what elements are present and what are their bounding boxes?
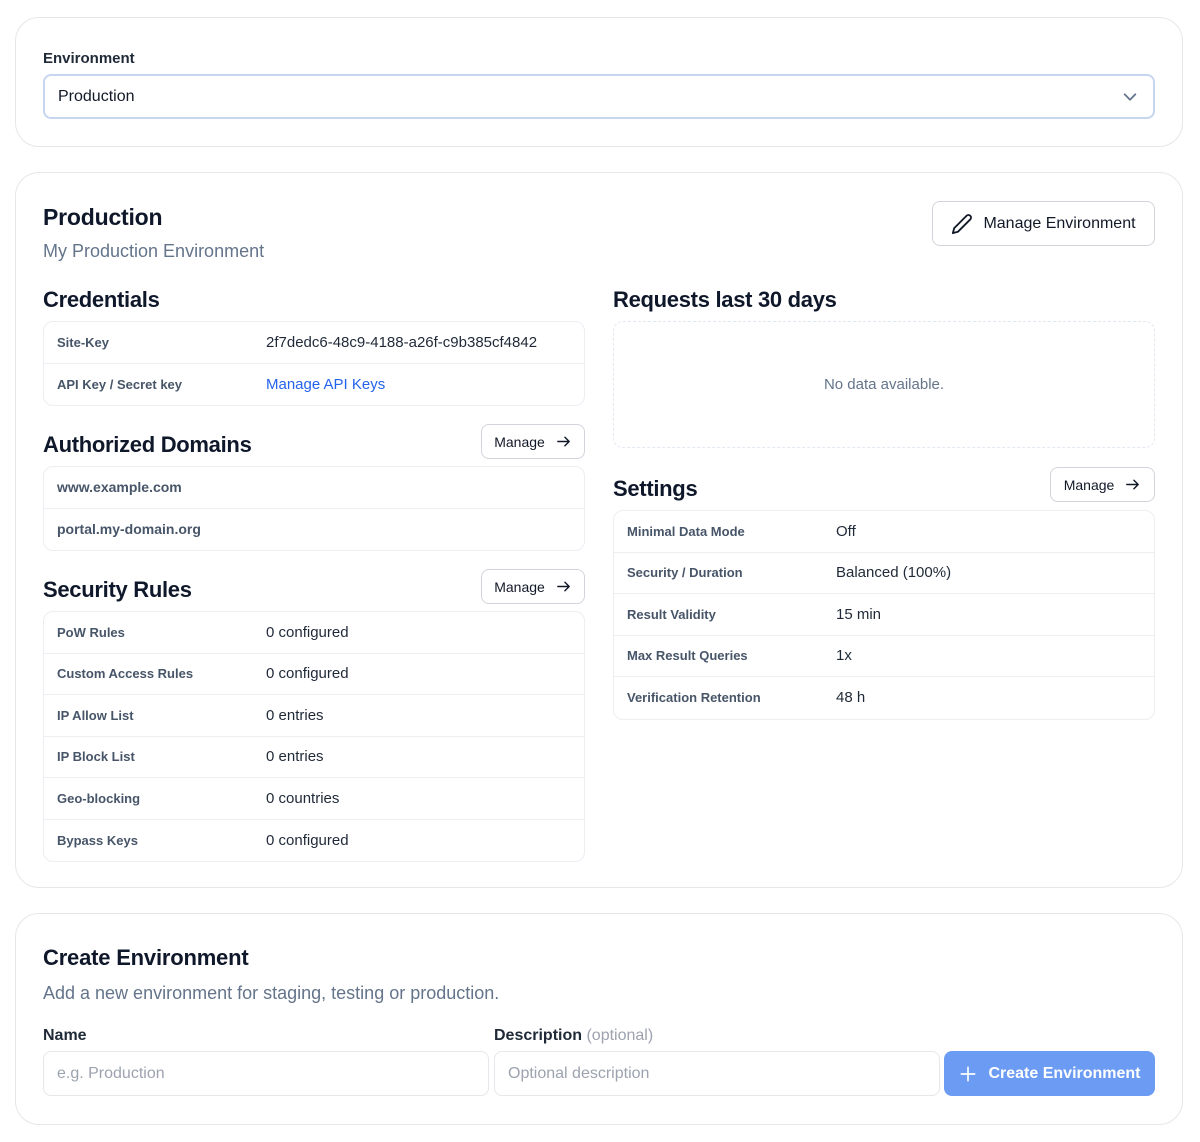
arrow-right-icon	[556, 581, 570, 592]
table-row: Security / Duration Balanced (100%)	[614, 553, 1154, 594]
table-row: Max Result Queries 1x	[614, 636, 1154, 677]
no-data-text: No data available.	[823, 376, 945, 393]
table-row: Custom Access Rules 0 configured	[44, 654, 584, 695]
table-row: IP Block List 0 entries	[44, 737, 584, 778]
create-environment-button-label: Create Environment	[988, 1064, 1141, 1082]
environment-subtitle: My Production Environment	[43, 241, 265, 261]
authorized-domains-list: www.example.com portal.my-domain.org	[43, 466, 585, 551]
row-key: IP Block List	[57, 749, 135, 765]
row-value: 15 min	[836, 605, 882, 623]
credentials-title: Credentials	[43, 287, 160, 312]
security-rules-title: Security Rules	[43, 577, 192, 602]
manage-api-keys-link[interactable]: Manage API Keys	[266, 376, 385, 393]
manage-environment-button[interactable]: Manage Environment	[932, 201, 1155, 246]
create-environment-subtitle: Add a new environment for staging, testi…	[43, 983, 500, 1003]
row-key: Geo-blocking	[57, 790, 141, 806]
row-key: Minimal Data Mode	[627, 523, 745, 539]
environment-label: Environment	[43, 50, 135, 67]
pencil-icon	[952, 213, 973, 234]
site-key-value: 2f7dedc6-48c9-4188-a26f-c9b385cf4842	[266, 333, 538, 351]
table-row: Site-Key 2f7dedc6-48c9-4188-a26f-c9b385c…	[44, 322, 584, 364]
manage-domains-button[interactable]: Manage	[481, 424, 585, 459]
row-key: Max Result Queries	[627, 648, 748, 664]
table-row: IP Allow List 0 entries	[44, 695, 584, 737]
manage-environment-label: Manage Environment	[983, 214, 1136, 232]
manage-security-rules-button[interactable]: Manage	[481, 569, 585, 604]
environment-selector-card: Environment Production	[15, 17, 1183, 147]
table-row: Geo-blocking 0 countries	[44, 778, 584, 820]
chevron-down-icon	[1123, 93, 1137, 101]
row-key: API Key / Secret key	[57, 376, 183, 392]
row-value: 0 configured	[266, 623, 349, 641]
manage-settings-label: Manage	[1063, 476, 1115, 493]
row-key: IP Allow List	[57, 707, 134, 723]
manage-settings-button[interactable]: Manage	[1050, 467, 1155, 502]
settings-table: Minimal Data Mode Off Security / Duration…	[613, 510, 1155, 720]
arrow-right-icon	[1126, 479, 1140, 490]
domain-item: www.example.com	[57, 479, 182, 496]
table-row: API Key / Secret key Manage API Keys	[44, 364, 584, 406]
row-value: 0 configured	[266, 665, 349, 683]
environment-detail-card: Production My Production Environment Man…	[15, 172, 1183, 888]
optional-hint: (optional)	[586, 1027, 654, 1044]
create-environment-card: Create Environment Add a new environment…	[15, 913, 1183, 1125]
environment-title: Production	[43, 204, 163, 230]
row-value: 0 configured	[266, 831, 349, 849]
manage-domains-label: Manage	[494, 433, 545, 450]
row-key: Site-Key	[57, 334, 110, 350]
row-key: PoW Rules	[57, 624, 125, 640]
table-row: Verification Retention 48 h	[614, 677, 1154, 719]
list-item: portal.my-domain.org	[44, 509, 584, 551]
row-value: 0 entries	[266, 748, 324, 766]
row-value: 0 entries	[266, 706, 324, 724]
security-rules-table: PoW Rules 0 configured Custom Access Rule…	[43, 611, 585, 862]
requests-chart-empty: No data available.	[613, 321, 1155, 448]
row-value: 48 h	[836, 689, 866, 707]
authorized-domains-title: Authorized Domains	[43, 432, 252, 457]
row-value: 0 countries	[266, 789, 340, 807]
description-input[interactable]	[494, 1051, 940, 1096]
row-value: Balanced (100%)	[836, 564, 952, 582]
create-environment-title: Create Environment	[43, 945, 249, 970]
environment-select-value: Production	[58, 87, 135, 105]
row-value: Off	[836, 522, 856, 540]
arrow-right-icon	[556, 436, 570, 447]
description-label-text: Description	[494, 1027, 583, 1044]
plus-icon	[960, 1066, 976, 1081]
description-label: Description (optional)	[494, 1027, 653, 1045]
create-environment-button[interactable]: Create Environment	[944, 1051, 1155, 1096]
row-key: Verification Retention	[627, 690, 761, 706]
settings-title: Settings	[613, 476, 698, 501]
name-input[interactable]	[43, 1051, 489, 1096]
table-row: PoW Rules 0 configured	[44, 612, 584, 654]
row-key: Result Validity	[627, 606, 716, 622]
row-key: Security / Duration	[627, 565, 743, 581]
list-item: www.example.com	[44, 467, 584, 509]
requests-title: Requests last 30 days	[613, 287, 837, 312]
credentials-table: Site-Key 2f7dedc6-48c9-4188-a26f-c9b385c…	[43, 321, 585, 406]
row-key: Bypass Keys	[57, 832, 138, 848]
table-row: Minimal Data Mode Off	[614, 511, 1154, 553]
table-row: Bypass Keys 0 configured	[44, 820, 584, 862]
name-label: Name	[43, 1027, 87, 1044]
table-row: Result Validity 15 min	[614, 594, 1154, 636]
domain-item: portal.my-domain.org	[57, 521, 201, 538]
row-value: 1x	[836, 647, 852, 665]
environment-select[interactable]: Production	[43, 74, 1155, 119]
manage-security-rules-label: Manage	[494, 578, 545, 595]
row-key: Custom Access Rules	[57, 666, 194, 682]
